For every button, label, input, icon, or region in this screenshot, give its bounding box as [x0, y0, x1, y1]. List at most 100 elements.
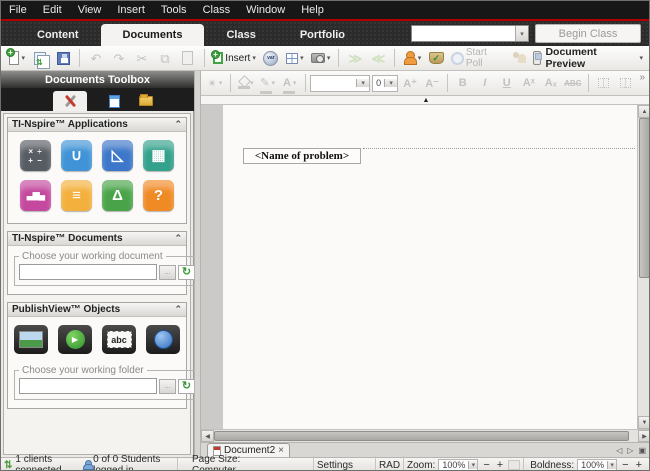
- chevron-down-icon[interactable]: ▾: [300, 54, 304, 62]
- publishview-text-object[interactable]: abc: [102, 325, 136, 354]
- publishview-link-object[interactable]: [146, 325, 180, 354]
- app-geometry[interactable]: ◺: [102, 140, 133, 171]
- toolbox-tab-content-explorer[interactable]: [129, 91, 163, 111]
- begin-class-button[interactable]: Begin Class: [535, 24, 641, 43]
- boldness-plus-button[interactable]: +: [634, 459, 644, 471]
- scroll-left-button[interactable]: ◀: [201, 430, 214, 442]
- chevron-down-icon[interactable]: ▾: [418, 54, 422, 62]
- page-layout-button[interactable]: ▾: [284, 48, 306, 68]
- workspace-tabs: Content Documents Class Portfolio: [15, 24, 367, 46]
- collapse-icon[interactable]: ⌃: [174, 119, 182, 130]
- strikethrough-icon: ABC: [564, 79, 581, 88]
- class-select[interactable]: ▾: [411, 25, 529, 42]
- save-icon: [57, 52, 70, 65]
- app-question[interactable]: ?: [143, 180, 174, 211]
- settings-button[interactable]: Settings: [317, 460, 353, 471]
- menu-help[interactable]: Help: [301, 4, 324, 16]
- panel-splitter[interactable]: [194, 71, 201, 457]
- working-document-input[interactable]: [19, 264, 157, 280]
- publishview-header[interactable]: PublishView™ Objects ⌃: [8, 303, 186, 317]
- scroll-down-button[interactable]: ▼: [638, 416, 650, 429]
- menu-insert[interactable]: Insert: [117, 4, 145, 16]
- browse-button[interactable]: ...: [159, 265, 176, 280]
- app-lists-spreadsheet[interactable]: ▦: [143, 140, 174, 171]
- cut-icon: ✂: [137, 52, 148, 65]
- tab-class[interactable]: Class: [204, 24, 277, 45]
- collapse-icon[interactable]: ⌃: [174, 304, 182, 315]
- toolbar-separator: [204, 49, 205, 67]
- menu-class[interactable]: Class: [203, 4, 231, 16]
- publishview-video-object[interactable]: ▶: [58, 325, 92, 354]
- student-button[interactable]: ▾: [401, 48, 423, 68]
- document-preview-label: Document Preview: [545, 46, 635, 70]
- menu-tools[interactable]: Tools: [161, 4, 187, 16]
- status-separator: [523, 456, 524, 471]
- document-page[interactable]: <Name of problem>: [223, 105, 637, 429]
- tab-documents[interactable]: Documents: [101, 24, 205, 46]
- refresh-button[interactable]: ↻: [178, 379, 195, 394]
- chevron-down-icon[interactable]: ▾: [515, 26, 528, 41]
- variables-button[interactable]: var: [261, 48, 281, 68]
- boldness-minus-button[interactable]: −: [620, 459, 630, 471]
- boldness-select[interactable]: 100% ▾: [577, 459, 617, 471]
- vertical-scroll-thumb[interactable]: [639, 118, 650, 278]
- nspire-documents-header[interactable]: TI-Nspire™ Documents ⌃: [8, 232, 186, 246]
- app-vernier-dataquest[interactable]: Δ: [102, 180, 133, 211]
- vertical-scrollbar[interactable]: ▲ ▼: [637, 105, 650, 429]
- student-icon: [403, 51, 415, 65]
- menu-file[interactable]: File: [9, 4, 27, 16]
- tab-portfolio[interactable]: Portfolio: [278, 24, 367, 45]
- video-play-icon: ▶: [66, 330, 85, 349]
- horizontal-scrollbar[interactable]: ◀ ▶: [201, 429, 650, 442]
- close-icon[interactable]: ×: [278, 445, 284, 456]
- chevron-down-icon[interactable]: ▾: [21, 54, 25, 62]
- angle-mode-indicator[interactable]: RAD: [379, 460, 400, 471]
- save-button[interactable]: [53, 48, 73, 68]
- browse-button[interactable]: ...: [159, 379, 176, 394]
- app-calculator[interactable]: × ÷ + −: [20, 140, 51, 171]
- collect-basket-button[interactable]: ✓: [426, 48, 446, 68]
- chevron-down-icon[interactable]: ▾: [607, 461, 616, 469]
- scroll-right-button[interactable]: ▶: [638, 430, 650, 442]
- zoom-select[interactable]: 100% ▾: [438, 459, 478, 471]
- new-document-button[interactable]: + ▾: [7, 48, 27, 68]
- toolbar-overflow-button[interactable]: »: [637, 71, 647, 84]
- tab-content[interactable]: Content: [15, 24, 101, 45]
- menu-window[interactable]: Window: [246, 4, 285, 16]
- transfer-status-icon: ⇅: [4, 460, 12, 471]
- zoom-in-button[interactable]: +: [495, 459, 505, 471]
- status-separator: [403, 456, 404, 471]
- chevron-down-icon[interactable]: ▾: [640, 54, 644, 62]
- next-tab-icon[interactable]: ▷: [627, 446, 633, 455]
- magic-wand-icon: ✴: [208, 77, 217, 90]
- publishview-image-object[interactable]: [14, 325, 48, 354]
- app-data-statistics[interactable]: ▃▆▄: [20, 180, 51, 211]
- horizontal-scroll-thumb[interactable]: [214, 431, 629, 441]
- zoom-out-button[interactable]: −: [481, 459, 491, 471]
- app-graphs[interactable]: ∪: [61, 140, 92, 171]
- toolbox-tab-page-sorter[interactable]: [97, 91, 131, 111]
- app-notes[interactable]: ≡: [61, 180, 92, 211]
- chevron-down-icon[interactable]: ▾: [468, 461, 477, 469]
- collapse-icon[interactable]: ⌃: [174, 233, 182, 244]
- applications-section-header[interactable]: TI-Nspire™ Applications ⌃: [8, 118, 186, 132]
- problem-name-box[interactable]: <Name of problem>: [243, 148, 361, 164]
- refresh-button[interactable]: ↻: [178, 265, 195, 280]
- fill-color-icon: [238, 77, 248, 89]
- collapse-up-icon[interactable]: ▲: [423, 97, 430, 104]
- menu-view[interactable]: View: [78, 4, 102, 16]
- clients-connected-text: 1 clients connected: [15, 454, 80, 471]
- toolbox-tab-tools[interactable]: [53, 91, 87, 111]
- open-document-button[interactable]: ⇅: [30, 48, 50, 68]
- prev-tab-icon[interactable]: ◁: [616, 446, 622, 455]
- working-folder-input[interactable]: [19, 378, 157, 394]
- geometry-icon: ◺: [112, 148, 124, 163]
- working-document-row: ... ↻: [19, 264, 195, 280]
- chevron-down-icon[interactable]: ▾: [252, 54, 256, 62]
- insert-button[interactable]: + Insert ▾: [211, 48, 258, 68]
- chevron-down-icon[interactable]: ▾: [327, 54, 331, 62]
- scroll-up-button[interactable]: ▲: [638, 105, 650, 118]
- tab-overview-icon[interactable]: ▣: [638, 446, 646, 455]
- menu-edit[interactable]: Edit: [43, 4, 62, 16]
- screen-capture-button[interactable]: ▾: [309, 48, 333, 68]
